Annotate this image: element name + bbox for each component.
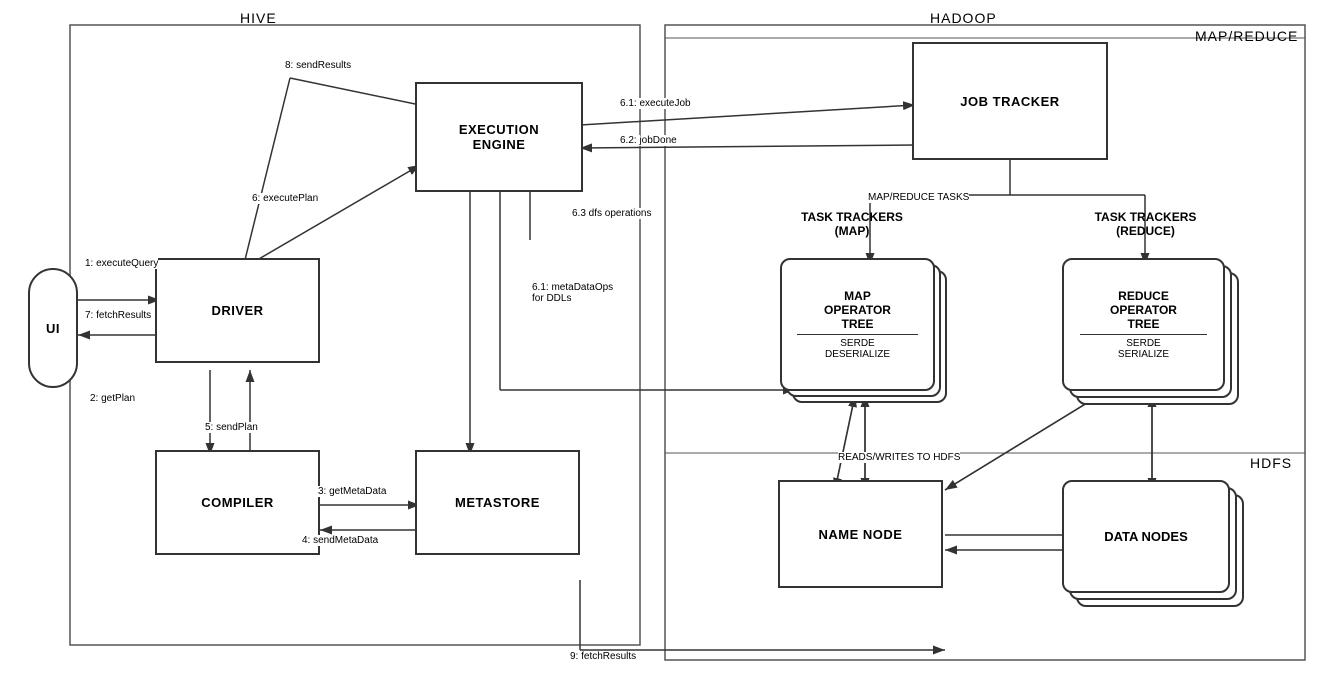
metastore-box: METASTORE	[415, 450, 580, 555]
label-fetch-results-bottom: 9: fetchResults	[570, 651, 636, 662]
label-fetch-results-ui: 7: fetchResults	[85, 310, 151, 321]
ui-box: UI	[28, 268, 78, 388]
arrow-reduce-nn	[945, 395, 1100, 490]
label-execute-plan: 6: executePlan	[252, 193, 318, 204]
data-nodes-stack: DATA NODES	[1062, 480, 1242, 605]
reduce-divider	[1080, 334, 1207, 335]
label-send-results: 8: sendResults	[285, 60, 351, 71]
map-divider	[797, 334, 918, 335]
label-send-plan: 5: sendPlan	[205, 422, 258, 433]
label-execute-query: 1: executeQuery	[85, 258, 158, 269]
arrow-execute-plan	[240, 165, 420, 270]
label-execute-job: 6.1: executeJob	[620, 98, 691, 109]
job-tracker-box: JOB TRACKER	[912, 42, 1108, 160]
hive-label: HIVE	[240, 10, 277, 26]
reduce-operator-tree-box: REDUCEOPERATORTREE SERDESERIALIZE	[1062, 258, 1225, 391]
arrow-map-nn-1	[835, 395, 855, 490]
label-send-metadata: 4: sendMetaData	[302, 535, 378, 546]
task-trackers-map-label: TASK TRACKERS(MAP)	[772, 210, 932, 238]
arrow-send-results-line	[290, 78, 420, 105]
label-get-plan: 2: getPlan	[90, 393, 135, 404]
label-get-metadata: 3: getMetaData	[318, 486, 386, 497]
map-reduce-label: MAP/REDUCE	[1195, 28, 1298, 44]
arrow-send-results-line2	[240, 78, 290, 280]
label-map-reduce-tasks: MAP/REDUCE TASKS	[868, 192, 969, 203]
execution-engine-box: EXECUTIONENGINE	[415, 82, 583, 192]
arrow-nn-map-1	[835, 395, 855, 490]
hdfs-label: HDFS	[1250, 455, 1292, 471]
label-metadata-ddl: 6.1: metaDataOpsfor DDLs	[532, 282, 613, 304]
data-nodes-box: DATA NODES	[1062, 480, 1230, 593]
compiler-box: COMPILER	[155, 450, 320, 555]
architecture-diagram: HIVE HADOOP MAP/REDUCE HDFS UI DRIVER CO…	[0, 0, 1338, 692]
map-operator-tree-stack: MAPOPERATORTREE SERDEDESERIALIZE	[780, 258, 945, 403]
label-job-done: 6.2: jobDone	[620, 135, 677, 146]
arrow-nn-reduce	[945, 395, 1100, 490]
name-node-box: NAME NODE	[778, 480, 943, 588]
driver-box: DRIVER	[155, 258, 320, 363]
task-trackers-reduce-label: TASK TRACKERS(REDUCE)	[1058, 210, 1233, 238]
hadoop-label: HADOOP	[930, 10, 997, 26]
reduce-operator-tree-stack: REDUCEOPERATORTREE SERDESERIALIZE	[1062, 258, 1237, 403]
map-operator-tree-box: MAPOPERATORTREE SERDEDESERIALIZE	[780, 258, 935, 391]
label-reads-writes: READS/WRITES TO HDFS	[838, 452, 960, 463]
label-dfs-operations: 6.3 dfs operations	[572, 208, 652, 219]
